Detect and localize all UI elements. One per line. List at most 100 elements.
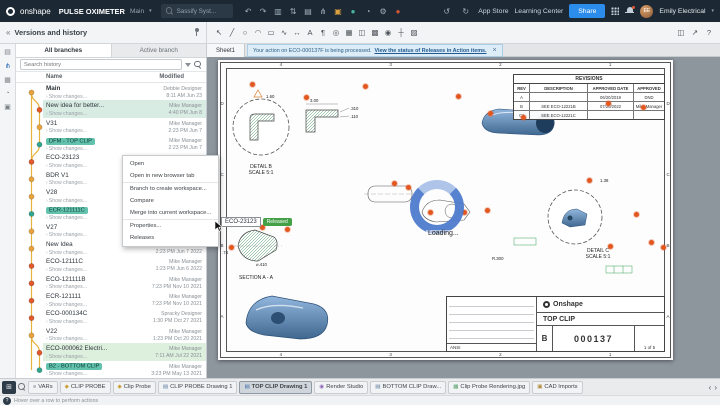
- context-menu-item[interactable]: Compare: [123, 195, 218, 207]
- version-row[interactable]: DFM - TOP CLIPMike Manager›Show changes.…: [16, 135, 206, 152]
- note-icon[interactable]: ¶: [317, 26, 329, 40]
- rectangle-icon[interactable]: ▭: [265, 26, 277, 40]
- user-menu-caret-icon[interactable]: ▾: [711, 8, 714, 14]
- version-row[interactable]: B2 - BOTTOM CLIPMike Manager›Show change…: [16, 361, 206, 378]
- collapse-panel-icon[interactable]: «: [6, 28, 10, 37]
- sync-forward-icon[interactable]: ↻: [459, 5, 472, 18]
- filter-funnel-icon[interactable]: [185, 63, 191, 67]
- line-icon[interactable]: ╱: [226, 26, 238, 40]
- version-row[interactable]: MainDebbie Designer›Show changes...8:11 …: [16, 83, 206, 100]
- copy-icon[interactable]: ▥: [272, 5, 285, 18]
- circle-icon[interactable]: ○: [239, 26, 251, 40]
- spline-icon[interactable]: ∿: [278, 26, 290, 40]
- context-menu-item[interactable]: Branch to create workspace...: [123, 182, 218, 195]
- context-menu-item[interactable]: Open in new browser tab: [123, 170, 218, 182]
- expand-chevron-icon: ›: [46, 267, 48, 273]
- help-icon[interactable]: ?: [703, 26, 715, 40]
- version-row[interactable]: ECR-121111Mike Manager›Show changes...7:…: [16, 291, 206, 308]
- table-icon[interactable]: ▦: [343, 26, 355, 40]
- context-menu-item[interactable]: Releases: [123, 232, 218, 244]
- search-history-input[interactable]: [20, 59, 182, 70]
- scroll-tabs-right-icon[interactable]: ›: [714, 383, 717, 392]
- folder-icon[interactable]: ▣: [332, 5, 345, 18]
- tab-manager-icon[interactable]: ⊞: [2, 381, 16, 394]
- import-export-icon[interactable]: ⇅: [287, 5, 300, 18]
- version-row[interactable]: V31Mike Manager›Show changes...2:23 PM J…: [16, 118, 206, 135]
- app-store-link[interactable]: App Store: [478, 8, 508, 15]
- context-menu-item[interactable]: Properties...: [123, 219, 218, 232]
- tab-active-branch[interactable]: Active branch: [112, 44, 207, 57]
- version-chip: ECR-121111C: [46, 207, 88, 214]
- alert-icon[interactable]: ●: [392, 5, 405, 18]
- settings-icon[interactable]: ⚙: [377, 5, 390, 18]
- versions-panel-icon[interactable]: ⋔: [5, 62, 11, 70]
- undo-icon[interactable]: ↶: [242, 5, 255, 18]
- branch-icon[interactable]: ⋔: [317, 5, 330, 18]
- tab-all-branches[interactable]: All branches: [16, 44, 112, 57]
- document-panel-icon[interactable]: ▤: [4, 48, 11, 56]
- dimension-icon[interactable]: ↔: [291, 26, 303, 40]
- version-row[interactable]: ECO-121111BMike Manager›Show changes...7…: [16, 274, 206, 291]
- redo-icon[interactable]: ↷: [257, 5, 270, 18]
- centerline-icon[interactable]: ┼: [395, 26, 407, 40]
- print-icon[interactable]: ▤: [302, 5, 315, 18]
- text-icon[interactable]: A: [304, 26, 316, 40]
- version-row[interactable]: V22Mike Manager›Show changes...1:23 PM O…: [16, 326, 206, 343]
- detail-icon[interactable]: ◉: [382, 26, 394, 40]
- loading-spinner: [410, 180, 464, 234]
- document-tab[interactable]: ◉Render Studio: [314, 381, 368, 394]
- document-tab[interactable]: ◆CLIP PROBE: [60, 381, 111, 394]
- tool-search[interactable]: Sassify Syst...: [161, 4, 233, 18]
- view-icon[interactable]: ◫: [356, 26, 368, 40]
- share-button[interactable]: Share: [569, 4, 605, 18]
- pin-panel-icon[interactable]: [193, 28, 200, 37]
- version-row[interactable]: ECO-000062 Electri...Mike Manager›Show c…: [16, 343, 206, 360]
- section-icon[interactable]: ▩: [369, 26, 381, 40]
- hatch-icon[interactable]: ▨: [408, 26, 420, 40]
- scroll-tabs-left-icon[interactable]: ‹: [709, 383, 712, 392]
- zone-label: C: [667, 172, 670, 177]
- sync-back-icon[interactable]: ↺: [440, 5, 453, 18]
- user-name[interactable]: Emily Electrical: [659, 8, 705, 15]
- appearance-panel-icon[interactable]: ▣: [4, 103, 11, 111]
- document-tab[interactable]: ◆Clip Probe: [113, 381, 156, 394]
- learning-center-link[interactable]: Learning Center: [515, 8, 564, 15]
- tab-label: CLIP PROBE Drawing 1: [170, 384, 232, 390]
- context-menu-item[interactable]: Merge into current workspace...: [123, 207, 218, 219]
- section-title: SECTION A - A: [239, 275, 273, 281]
- version-row[interactable]: ECO-12111CMike Manager›Show changes...1:…: [16, 256, 206, 273]
- panels-icon[interactable]: ◫: [675, 26, 687, 40]
- zoom-fit-icon[interactable]: ↗: [689, 26, 701, 40]
- select-icon[interactable]: ↖: [213, 26, 225, 40]
- document-tab[interactable]: ▦Clip Probe Rendering.jpg: [448, 381, 530, 394]
- document-tab[interactable]: ▤BOTTOM CLIP Draw...: [370, 381, 446, 394]
- workspace-caret-icon[interactable]: ▾: [149, 8, 152, 14]
- document-tab[interactable]: ▤TOP CLIP Drawing 1: [239, 381, 312, 394]
- app-switcher-icon[interactable]: [611, 7, 619, 15]
- version-row[interactable]: New idea for better...Mike Manager›Show …: [16, 100, 206, 117]
- search-tabs-icon[interactable]: [18, 383, 26, 391]
- version-row[interactable]: ECO-000134CSpracky Designer›Show changes…: [16, 308, 206, 325]
- parts-panel-icon[interactable]: ▦: [4, 76, 11, 84]
- zone-label: 2: [499, 62, 502, 67]
- close-icon[interactable]: ×: [493, 47, 497, 54]
- history-icon[interactable]: ◔: [362, 5, 375, 18]
- context-menu-item[interactable]: Open: [123, 158, 218, 170]
- sheet-tab[interactable]: Sheet1: [207, 44, 245, 57]
- release-icon[interactable]: ●: [347, 5, 360, 18]
- version-name: ECO-000062 Electri...: [46, 345, 107, 352]
- arc-icon[interactable]: ◠: [252, 26, 264, 40]
- document-tab[interactable]: ▣CAD Imports: [532, 381, 582, 394]
- notifications-bell-icon[interactable]: [625, 7, 634, 16]
- help-beacon-icon[interactable]: ?: [3, 397, 11, 405]
- document-tab[interactable]: ▤CLIP PROBE Drawing 1: [158, 381, 238, 394]
- notification-link[interactable]: View the status of Releases in Action it…: [374, 48, 486, 54]
- balloon-icon[interactable]: ◎: [330, 26, 342, 40]
- detail-c-scale: SCALE 5:1: [586, 254, 611, 260]
- dimension-label: .310: [350, 106, 358, 111]
- document-tab[interactable]: ≡VARs: [28, 381, 58, 394]
- search-icon[interactable]: [194, 61, 202, 69]
- user-avatar[interactable]: EE: [640, 5, 653, 18]
- history-panel-icon[interactable]: ◔: [5, 90, 9, 97]
- expand-chevron-icon: ›: [46, 198, 48, 204]
